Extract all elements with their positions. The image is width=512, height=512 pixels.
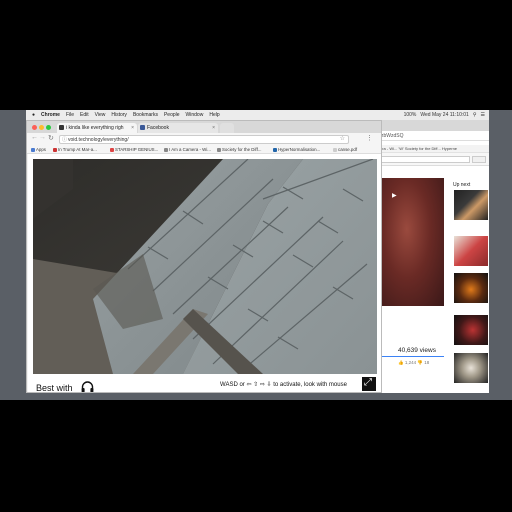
background-search-bar	[378, 153, 489, 166]
menu-help[interactable]: Help	[209, 112, 219, 118]
facebook-icon	[140, 125, 145, 130]
address-bar[interactable]: ⓘ void.technology/everything/ ☆	[59, 135, 349, 144]
search-input[interactable]	[380, 156, 470, 163]
bookmark-star-icon[interactable]: ☆	[340, 135, 345, 143]
info-icon[interactable]: ⓘ	[62, 136, 67, 144]
bookmark-3[interactable]: I Am a Camera - Wi...	[164, 145, 211, 153]
tab-title: Facebook	[147, 125, 169, 131]
thumbnail-4[interactable]	[454, 315, 488, 345]
3d-scene-canvas[interactable]	[33, 159, 377, 374]
up-next-heading: Up next	[453, 182, 471, 188]
background-bookmarks-bar: era - Wi... 'W' Society for the Diff... …	[378, 145, 489, 153]
document-icon	[333, 147, 337, 152]
apple-icon[interactable]: ●	[32, 112, 35, 118]
tab-title: i kinda like everything righ	[66, 125, 124, 131]
thumbnail-3[interactable]	[454, 273, 488, 303]
background-url-bar[interactable]: zbWzdSQ	[378, 131, 489, 141]
browser-window: i kinda like everything righ × Facebook …	[26, 120, 382, 393]
tab-favicon-icon	[59, 125, 64, 130]
battery-status[interactable]: 100%	[404, 112, 417, 118]
like-ratio-bar	[382, 356, 444, 357]
background-tabstrip	[378, 120, 489, 131]
bookmark-apps[interactable]: Apps	[31, 145, 46, 153]
search-icon[interactable]: ⚲	[473, 112, 477, 118]
url-text: void.technology/everything/	[68, 137, 129, 143]
bookmark-favicon-icon	[53, 147, 57, 152]
reload-icon[interactable]: ↻	[48, 134, 54, 142]
back-icon[interactable]: ←	[31, 134, 38, 141]
forward-icon[interactable]: →	[39, 134, 46, 141]
bookmark-2[interactable]: STARSHIP GENIUS...	[110, 145, 158, 153]
dislike-icon[interactable]: 👎	[417, 360, 423, 365]
bookmark-1[interactable]: In Trump At Mar-a...	[53, 145, 97, 153]
thumbnail-1[interactable]	[454, 190, 488, 220]
menu-app-name[interactable]: Chrome	[41, 112, 60, 118]
wikipedia-icon	[217, 147, 221, 152]
bookmark-favicon-icon	[110, 147, 114, 152]
view-count: 40,639 views	[398, 347, 436, 354]
like-count: 1,244	[404, 360, 417, 365]
menu-view[interactable]: View	[95, 112, 106, 118]
best-with-label: Best with	[36, 381, 94, 392]
close-window-icon[interactable]	[32, 125, 37, 130]
thumbnail-2[interactable]	[454, 236, 488, 266]
menu-edit[interactable]: Edit	[80, 112, 89, 118]
menu-clock[interactable]: Wed May 24 11:10:01	[420, 112, 468, 118]
search-button[interactable]	[472, 156, 486, 163]
menu-people[interactable]: People	[164, 112, 180, 118]
3d-scene-render	[33, 159, 377, 374]
tab-strip: i kinda like everything righ × Facebook …	[27, 121, 381, 133]
page-content: Best with WASD or ⇦ ⇧ ⇨ ⇩ to activate, l…	[28, 154, 381, 392]
list-icon[interactable]: ☰	[481, 112, 485, 118]
fullscreen-button[interactable]: ⤢	[362, 377, 376, 391]
menu-icon[interactable]: ⋮	[366, 134, 373, 142]
menu-bookmarks[interactable]: Bookmarks	[133, 112, 158, 118]
menu-file[interactable]: File	[66, 112, 74, 118]
menu-bar: ● Chrome File Edit View History Bookmark…	[26, 110, 489, 120]
bookmark-4[interactable]: Society for the Diff...	[217, 145, 261, 153]
apps-icon	[31, 147, 35, 152]
zoom-window-icon[interactable]	[46, 125, 51, 130]
new-tab-button[interactable]	[220, 123, 234, 133]
background-browser-window[interactable]: zbWzdSQ era - Wi... 'W' Society for the …	[378, 120, 489, 393]
bookmark-5[interactable]: HyperNormalisation...	[273, 145, 320, 153]
close-tab-icon[interactable]: ×	[131, 123, 134, 133]
tab-facebook[interactable]: Facebook ×	[138, 123, 218, 133]
minimize-window-icon[interactable]	[39, 125, 44, 130]
dislike-count: 18	[424, 360, 430, 365]
bookmark-6[interactable]: canse.pdf	[333, 145, 357, 153]
menu-history[interactable]: History	[111, 112, 127, 118]
tab-active[interactable]: i kinda like everything righ ×	[57, 123, 137, 133]
like-icon[interactable]: 👍	[398, 360, 404, 365]
bookmark-favicon-icon	[273, 147, 277, 152]
bookmarks-bar: Apps In Trump At Mar-a... STARSHIP GENIU…	[27, 145, 381, 154]
expand-icon: ⤢	[364, 377, 372, 388]
cursor-icon: ▶	[392, 193, 397, 199]
wikipedia-icon	[164, 147, 168, 152]
menu-window[interactable]: Window	[186, 112, 204, 118]
controls-hint: WASD or ⇦ ⇧ ⇨ ⇩ to activate, look with m…	[220, 382, 347, 388]
headphones-icon	[81, 381, 94, 392]
thumbnail-5[interactable]	[454, 353, 488, 383]
close-tab-icon[interactable]: ×	[212, 123, 215, 133]
like-counts: 👍 1,244 👎 18	[398, 360, 429, 366]
